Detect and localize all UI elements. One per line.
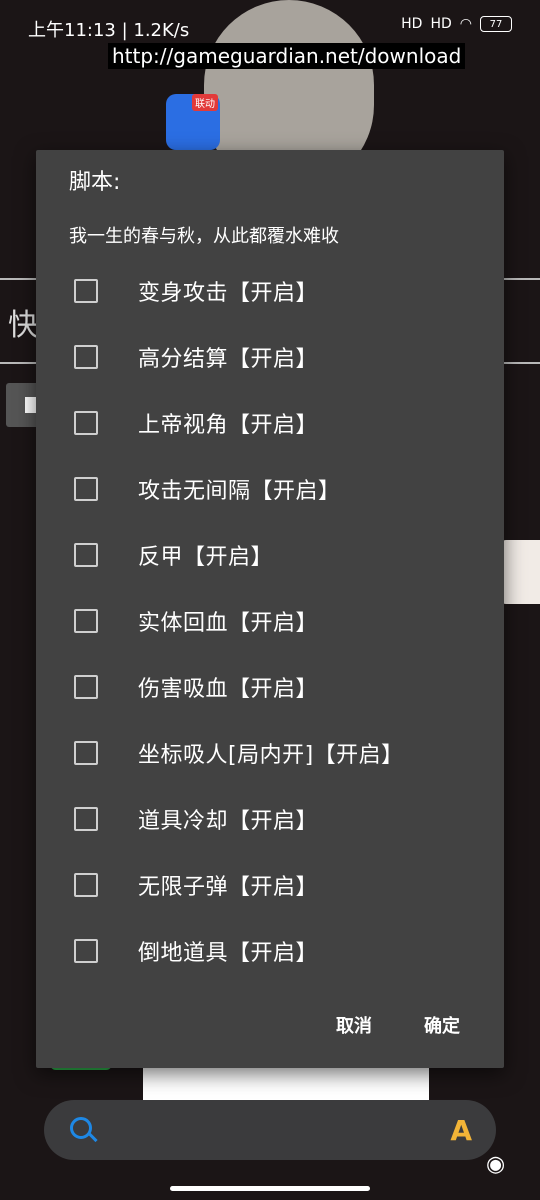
option-item[interactable]: 无限子弹【开启】 [36,852,504,918]
option-label: 坐标吸人[局内开]【开启】 [138,743,404,768]
option-item[interactable]: 高分结算【开启】 [36,324,504,390]
option-item[interactable]: 伤害吸血【开启】 [36,654,504,720]
signal-icon-2: HD [430,16,452,32]
dialog-message: 我一生的春与秋，从此都覆水难收 [69,226,339,247]
background-side-text: 快 [8,308,38,343]
search-bar[interactable]: A [44,1100,496,1160]
option-label: 高分结算【开启】 [138,347,319,372]
tile-tag: 联动 [192,94,218,111]
option-item[interactable]: 反甲【开启】 [36,522,504,588]
script-dialog: 脚本: 我一生的春与秋，从此都覆水难收 变身攻击【开启】 高分结算【开启】 上帝… [36,150,504,1068]
home-indicator[interactable] [170,1186,370,1191]
assistant-icon[interactable]: A [450,1114,472,1147]
option-item[interactable]: 坐标吸人[局内开]【开启】 [36,720,504,786]
option-label: 无限子弹【开启】 [138,875,319,900]
signal-icon: HD [401,16,423,32]
checkbox[interactable] [74,543,98,567]
checkbox[interactable] [74,411,98,435]
option-label: 倒地道具【开启】 [138,941,319,966]
checkbox[interactable] [74,675,98,699]
dialog-title: 脚本: [69,170,121,195]
background-app-tile: 联动 [166,94,220,150]
option-label: 上帝视角【开启】 [138,413,319,438]
option-label: 伤害吸血【开启】 [138,677,319,702]
checkbox[interactable] [74,939,98,963]
option-item[interactable]: 倒地道具【开启】 [36,918,504,984]
option-label: 反甲【开启】 [138,545,274,570]
wifi-icon: ◠ [459,16,472,32]
checkbox[interactable] [74,477,98,501]
checkbox[interactable] [74,807,98,831]
ok-button[interactable]: 确定 [424,1012,460,1038]
option-label: 道具冷却【开启】 [138,809,319,834]
battery-icon: 77 [480,16,512,32]
checkbox[interactable] [74,609,98,633]
option-item[interactable]: 攻击无间隔【开启】 [36,456,504,522]
option-label: 攻击无间隔【开启】 [138,479,341,504]
cancel-button[interactable]: 取消 [336,1012,372,1038]
checkbox[interactable] [74,345,98,369]
status-time: 上午11:13 | 1.2K/s [28,20,190,41]
option-list: 变身攻击【开启】 高分结算【开启】 上帝视角【开启】 攻击无间隔【开启】 反甲【… [36,258,504,984]
option-item[interactable]: 道具冷却【开启】 [36,786,504,852]
url-banner: http://gameguardian.net/download [108,43,466,69]
checkbox[interactable] [74,741,98,765]
eye-icon[interactable]: ◉ [486,1152,505,1177]
option-item[interactable]: 变身攻击【开启】 [36,258,504,324]
status-icons: HD HD ◠ 77 [401,16,512,32]
option-item[interactable]: 上帝视角【开启】 [36,390,504,456]
checkbox[interactable] [74,279,98,303]
option-item[interactable]: 实体回血【开启】 [36,588,504,654]
dialog-actions: 取消 确定 [36,982,504,1068]
option-label: 变身攻击【开启】 [138,281,319,306]
background-side-image [500,540,540,604]
option-label: 实体回血【开启】 [138,611,319,636]
search-icon [70,1117,92,1139]
checkbox[interactable] [74,873,98,897]
